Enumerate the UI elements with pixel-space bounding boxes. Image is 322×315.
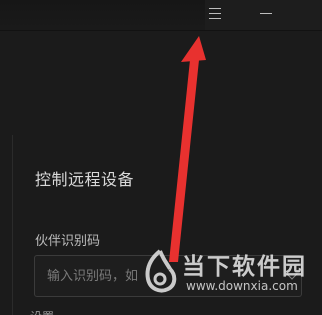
watermark-logo-icon [145, 249, 177, 293]
watermark-text: 当下软件园 [182, 254, 307, 280]
app-window: 控制远程设备 伙伴识别码 设置 当下软件园 www.downxia.com [0, 0, 322, 315]
watermark-url: www.downxia.com [186, 279, 298, 293]
arrow-head [181, 36, 206, 62]
arrow-shaft [169, 60, 199, 262]
watermark: 当下软件园 www.downxia.com [138, 245, 308, 300]
